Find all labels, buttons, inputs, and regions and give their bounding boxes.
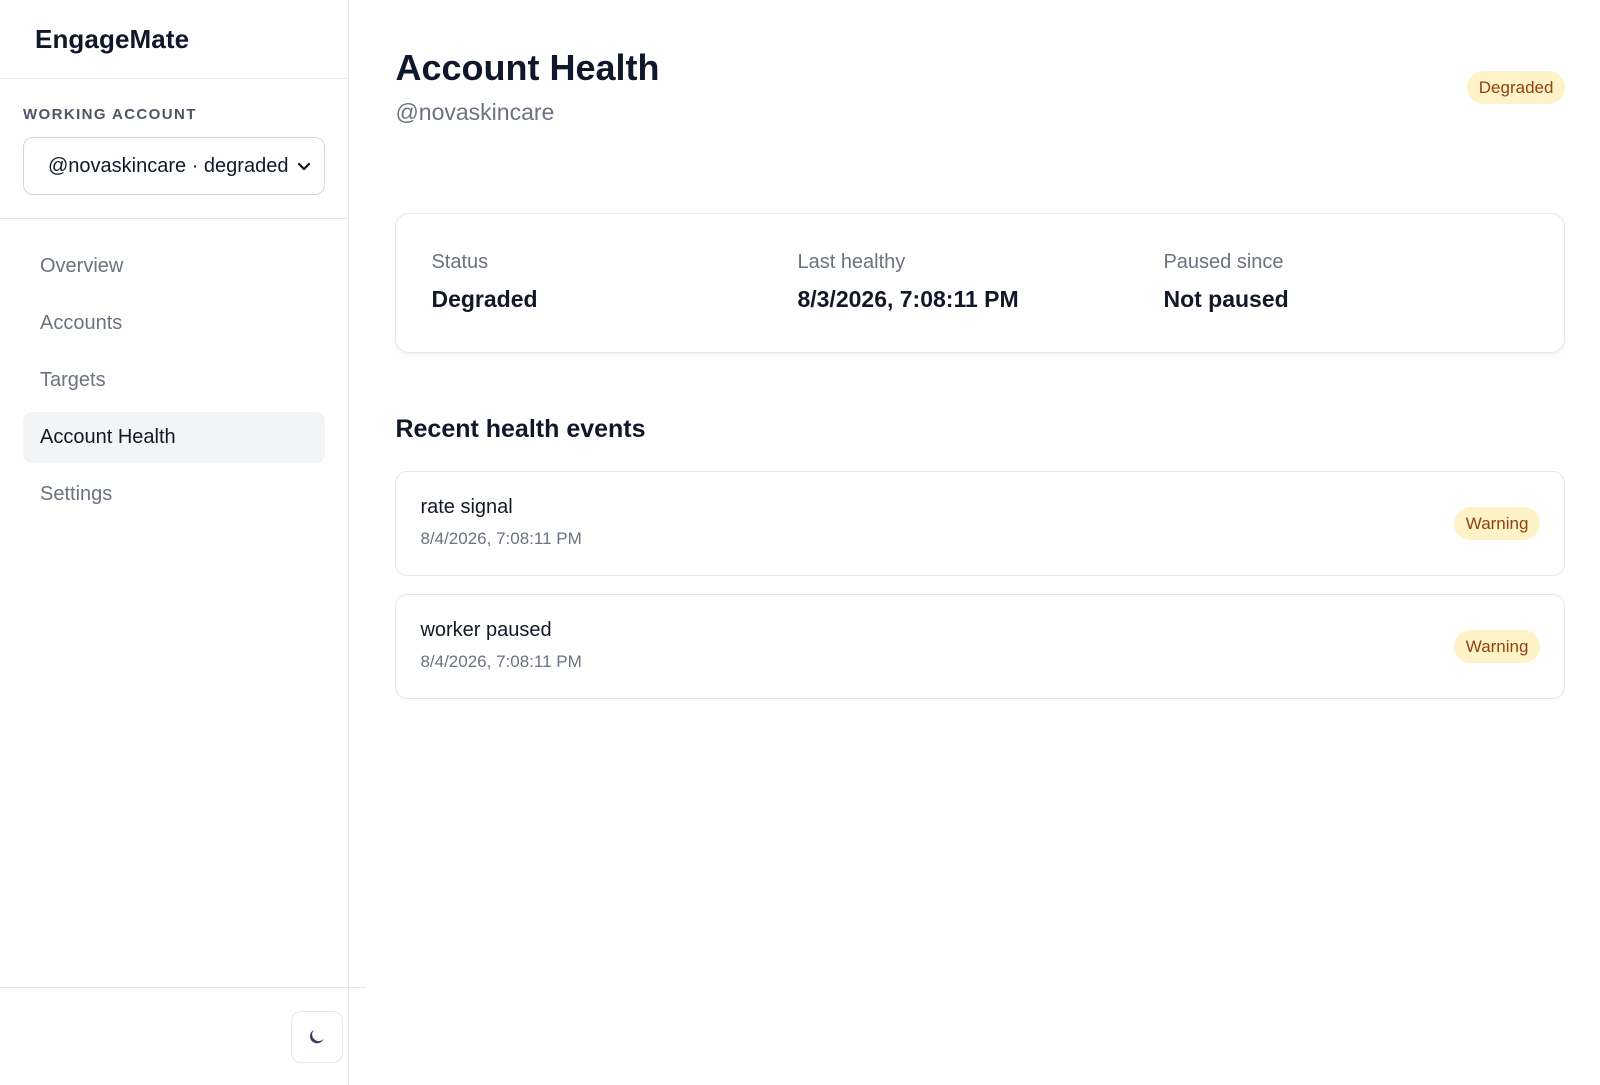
- event-timestamp: 8/4/2026, 7:08:11 PM: [420, 652, 582, 671]
- stat-last-healthy: Last healthy 8/3/2026, 7:08:11 PM: [797, 251, 1163, 352]
- page-title: Account Health: [395, 47, 660, 88]
- stat-label: Last healthy: [797, 251, 906, 273]
- account-handle: @novaskincare: [395, 99, 555, 125]
- stat-value: Degraded: [431, 286, 538, 312]
- sidebar-footer: [0, 987, 366, 1085]
- list-item: rate signal 8/4/2026, 7:08:11 PM Warning: [395, 471, 1566, 576]
- severity-badge: Warning: [1453, 507, 1541, 540]
- sidebar-item-settings[interactable]: Settings: [23, 469, 325, 520]
- stat-status: Status Degraded: [431, 251, 797, 352]
- working-account-select[interactable]: @novaskincare · degraded: [23, 137, 326, 195]
- sidebar-item-overview[interactable]: Overview: [23, 241, 325, 292]
- moon-icon: [309, 1030, 324, 1044]
- status-badge: Degraded: [1466, 71, 1566, 104]
- chevron-down-icon: [298, 162, 311, 171]
- stat-label: Paused since: [1163, 251, 1284, 273]
- event-timestamp: 8/4/2026, 7:08:11 PM: [420, 529, 582, 548]
- sidebar-item-targets[interactable]: Targets: [23, 355, 325, 406]
- brand-logo-text: EngageMate: [0, 0, 349, 79]
- event-title: worker paused: [420, 619, 552, 641]
- main-content: Account Health @novaskincare Degraded St…: [349, 0, 1600, 1085]
- sidebar: EngageMate WORKING ACCOUNT @novaskincare…: [0, 0, 366, 1085]
- list-item: worker paused 8/4/2026, 7:08:11 PM Warni…: [395, 594, 1566, 699]
- status-summary-card: Status Degraded Last healthy 8/3/2026, 7…: [395, 213, 1566, 353]
- app-root: EngageMate WORKING ACCOUNT @novaskincare…: [0, 0, 1600, 1085]
- health-events-list: rate signal 8/4/2026, 7:08:11 PM Warning…: [395, 471, 1566, 699]
- stat-paused-since: Paused since Not paused: [1163, 251, 1529, 352]
- page-header: Account Health @novaskincare Degraded: [395, 47, 1566, 167]
- sidebar-item-accounts[interactable]: Accounts: [23, 298, 325, 349]
- event-title: rate signal: [420, 496, 513, 518]
- working-account-label: WORKING ACCOUNT: [23, 106, 197, 123]
- working-account-section: WORKING ACCOUNT @novaskincare · degraded: [0, 79, 349, 219]
- working-account-select-value: @novaskincare · degraded: [48, 154, 289, 177]
- sidebar-item-account-health[interactable]: Account Health: [23, 412, 326, 463]
- stat-value: 8/3/2026, 7:08:11 PM: [797, 286, 1019, 312]
- severity-badge: Warning: [1453, 630, 1541, 663]
- stat-value: Not paused: [1163, 286, 1289, 312]
- theme-toggle-button[interactable]: [291, 1011, 343, 1063]
- sidebar-nav: Overview Accounts Targets Account Health…: [0, 219, 348, 520]
- events-section-title: Recent health events: [395, 415, 646, 443]
- stat-label: Status: [431, 251, 489, 273]
